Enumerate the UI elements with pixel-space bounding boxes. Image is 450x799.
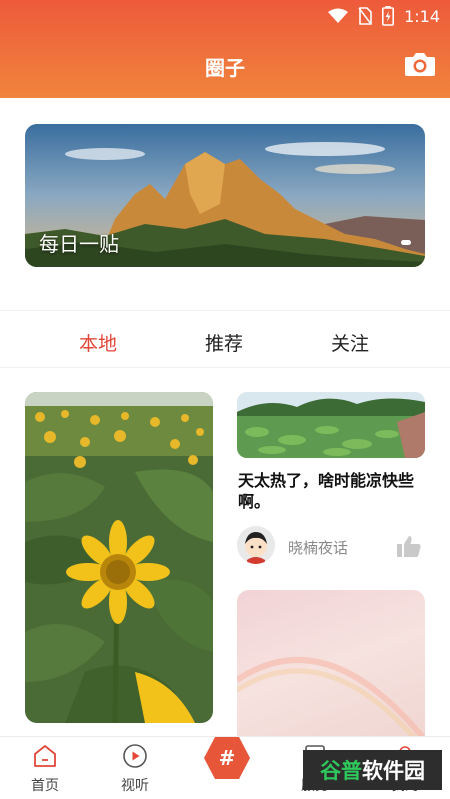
status-bar: 1:14 <box>0 0 450 32</box>
post-card-sunflower[interactable] <box>25 392 213 723</box>
wifi-icon <box>328 8 349 23</box>
nav-home-label: 首页 <box>31 778 59 794</box>
tab-recommend[interactable]: 推荐 <box>205 329 243 356</box>
nav-video-label: 视听 <box>121 778 149 794</box>
watermark-logo: 谷普 软件园 <box>303 750 442 790</box>
thumbs-up-icon <box>397 536 421 557</box>
post-card-rainbow[interactable] <box>237 590 425 760</box>
camera-button[interactable] <box>404 50 436 78</box>
post-title[interactable]: 天太热了，啥时能凉快些啊。 <box>238 470 424 512</box>
status-time: 1:14 <box>404 6 440 26</box>
daily-post-banner[interactable]: 每日一贴 <box>25 124 425 267</box>
camera-icon <box>405 53 435 76</box>
avatar[interactable] <box>237 526 275 564</box>
banner-label: 每日一贴 <box>39 232 119 256</box>
lotus-pond-image <box>237 392 425 458</box>
watermark-text-b: 软件园 <box>362 759 425 783</box>
like-button[interactable] <box>396 534 422 558</box>
rainbow-image <box>237 657 425 752</box>
feed-tabs: 本地 推荐 关注 <box>0 310 450 368</box>
play-icon <box>123 744 147 768</box>
nav-home[interactable]: 首页 <box>15 743 75 795</box>
tab-follow[interactable]: 关注 <box>331 329 369 356</box>
tab-local[interactable]: 本地 <box>79 329 117 356</box>
no-sim-icon <box>358 7 372 25</box>
page-title: 圈子 <box>205 56 245 80</box>
banner-indicator <box>401 240 411 245</box>
nav-topic[interactable]: # <box>197 735 257 785</box>
author-name[interactable]: 晓楠夜话 <box>288 537 348 558</box>
status-icons: 1:14 <box>328 6 440 26</box>
nav-video[interactable]: 视听 <box>105 743 165 795</box>
battery-charging-icon <box>382 6 395 26</box>
cartoon-avatar-icon <box>237 526 275 564</box>
hash-icon: # <box>204 737 250 779</box>
watermark-text-a: 谷普 <box>320 759 362 783</box>
app-header: 1:14 圈子 <box>0 0 450 98</box>
post-image-lotus-pond[interactable] <box>237 392 425 458</box>
sunflower-image <box>25 392 213 723</box>
home-icon <box>34 745 56 767</box>
hash-symbol: # <box>219 746 236 770</box>
